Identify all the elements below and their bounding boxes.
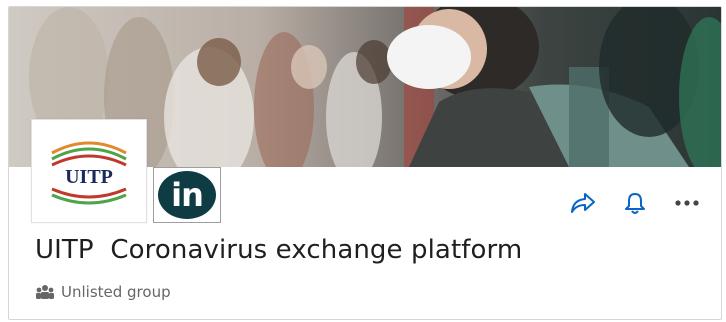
uitp-logo: UITP (51, 141, 127, 205)
notifications-button[interactable] (619, 187, 651, 219)
share-icon (571, 193, 595, 213)
more-icon (675, 200, 699, 206)
group-icon (36, 285, 54, 299)
group-card: UITP in UITP Coronavirus exchange platfo… (8, 6, 722, 320)
more-options-button[interactable] (671, 187, 703, 219)
group-visibility: Unlisted group (35, 283, 171, 301)
group-logo[interactable]: UITP (31, 119, 147, 223)
linkedin-icon: in (158, 171, 216, 219)
linkedin-badge: in (153, 167, 221, 223)
bell-icon (625, 193, 645, 214)
group-title: UITP Coronavirus exchange platform (35, 235, 523, 265)
group-actions (567, 187, 703, 219)
share-button[interactable] (567, 187, 599, 219)
visibility-label: Unlisted group (61, 283, 171, 301)
logo-text: UITP (65, 166, 113, 188)
